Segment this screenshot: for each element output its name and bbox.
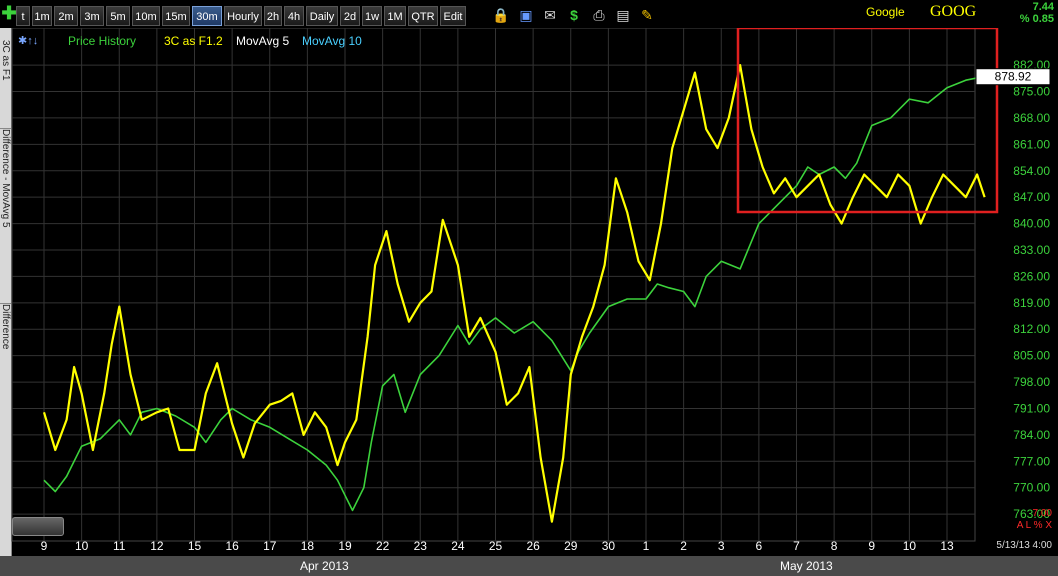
timeframe-button-2d[interactable]: 2d <box>340 6 360 26</box>
timeframe-button-4h[interactable]: 4h <box>284 6 304 26</box>
timeframe-button-10m[interactable]: 10m <box>132 6 160 26</box>
x-tick-label: 22 <box>376 539 390 553</box>
x-tick-label: 12 <box>150 539 164 553</box>
timeframe-button-edit[interactable]: Edit <box>440 6 466 26</box>
x-tick-label: 11 <box>113 539 126 553</box>
change-value: 7.44 <box>1032 1 1054 13</box>
indicator-value: 7.00 <box>1032 508 1052 519</box>
month-apr: Apr 2013 <box>300 559 349 573</box>
x-tick-label: 3 <box>718 539 725 553</box>
legend-movavg-10[interactable]: MovAvg 10 <box>302 34 362 48</box>
y-tick-label: 868.00 <box>1013 111 1050 125</box>
x-tick-label: 17 <box>263 539 277 553</box>
y-tick-label: 875.00 <box>1013 85 1050 99</box>
timeframe-button-5m[interactable]: 5m <box>106 6 130 26</box>
y-tick-label: 819.00 <box>1013 296 1050 310</box>
symbol: GOOG <box>930 3 977 20</box>
y-tick-label: 854.00 <box>1013 164 1050 178</box>
company-name: Google <box>866 5 905 19</box>
pencil-icon[interactable]: ✎ <box>638 6 656 24</box>
x-tick-label: 26 <box>526 539 540 553</box>
print-icon[interactable]: ⎙ <box>590 6 608 24</box>
y-tick-label: 840.00 <box>1013 217 1050 231</box>
timeframe-button-3m[interactable]: 3m <box>80 6 104 26</box>
x-tick-label: 29 <box>564 539 578 553</box>
timeframe-button-15m[interactable]: 15m <box>162 6 190 26</box>
x-tick-label: 16 <box>225 539 239 553</box>
x-tick-label: 30 <box>602 539 616 553</box>
y-tick-label: 791.00 <box>1013 401 1050 415</box>
x-tick-label: 8 <box>831 539 838 553</box>
timeframe-button-qtr[interactable]: QTR <box>408 6 438 26</box>
y-tick-label: 826.00 <box>1013 269 1050 283</box>
x-tick-label: 10 <box>75 539 89 553</box>
mail-icon[interactable]: ✉ <box>541 6 559 24</box>
month-may: May 2013 <box>780 559 833 573</box>
price-label: 878.92 <box>995 70 1032 84</box>
timeframe-button-30m[interactable]: 30m <box>192 6 222 26</box>
timeframe-button-1m[interactable]: 1M <box>384 6 406 26</box>
legend-price-history[interactable]: Price History <box>68 34 136 48</box>
x-tick-label: 9 <box>868 539 875 553</box>
legend-3c[interactable]: 3C as F1.2 <box>164 34 223 48</box>
x-tick-label: 6 <box>756 539 763 553</box>
card-icon[interactable]: ▤ <box>614 6 632 24</box>
x-tick-label: 15 <box>188 539 202 553</box>
legend-movavg-5[interactable]: MovAvg 5 <box>236 34 289 48</box>
x-tick-label: 24 <box>451 539 465 553</box>
timeframe-button-2m[interactable]: 2m <box>54 6 78 26</box>
y-tick-label: 805.00 <box>1013 349 1050 363</box>
y-tick-label: 847.00 <box>1013 190 1050 204</box>
timeframe-button-2h[interactable]: 2h <box>264 6 282 26</box>
y-tick-label: 812.00 <box>1013 322 1050 336</box>
x-tick-label: 23 <box>414 539 428 553</box>
x-tick-label: 13 <box>940 539 954 553</box>
x-tick-label: 9 <box>41 539 48 553</box>
x-tick-label: 18 <box>301 539 315 553</box>
legend-arrows[interactable]: ✱↑↓ <box>18 34 38 47</box>
scroll-handle[interactable] <box>12 517 64 536</box>
x-tick-label: 19 <box>338 539 352 553</box>
dollar-icon[interactable]: $ <box>565 6 583 24</box>
y-tick-label: 861.00 <box>1013 137 1050 151</box>
timeframe-button-daily[interactable]: Daily <box>306 6 338 26</box>
save-icon[interactable]: ▣ <box>517 6 535 24</box>
x-tick-label: 1 <box>643 539 650 553</box>
x-tick-label: 7 <box>793 539 800 553</box>
change-percent: % 0.85 <box>1019 13 1054 25</box>
timeframe-button-1w[interactable]: 1w <box>362 6 382 26</box>
y-tick-label: 784.00 <box>1013 428 1050 442</box>
axis-datetime: 5/13/13 4:00 <box>996 540 1052 551</box>
y-tick-label: 833.00 <box>1013 243 1050 257</box>
timeframe-button-1m[interactable]: 1m <box>32 6 52 26</box>
toolbar: ✚ t 1m 2m 3m 5m 10m 15m 30m Hourly 2h 4h Daily 2d 1w 1… <box>0 0 1058 28</box>
x-tick-label: 2 <box>680 539 687 553</box>
y-tick-label: 777.00 <box>1013 454 1050 468</box>
timeframe-button-t[interactable]: t <box>16 6 30 26</box>
y-tick-label: 770.00 <box>1013 481 1050 495</box>
timeframe-button-hourly[interactable]: Hourly <box>224 6 262 26</box>
lock-icon[interactable]: 🔒 <box>492 6 510 24</box>
price-chart: 882.00875.00868.00861.00854.00847.00840.… <box>11 28 1051 553</box>
x-tick-label: 25 <box>489 539 503 553</box>
axis-flags[interactable]: A L % X <box>1017 520 1052 531</box>
x-tick-label: 10 <box>903 539 917 553</box>
y-tick-label: 798.00 <box>1013 375 1050 389</box>
month-bar: Apr 2013 May 2013 <box>0 556 1058 576</box>
